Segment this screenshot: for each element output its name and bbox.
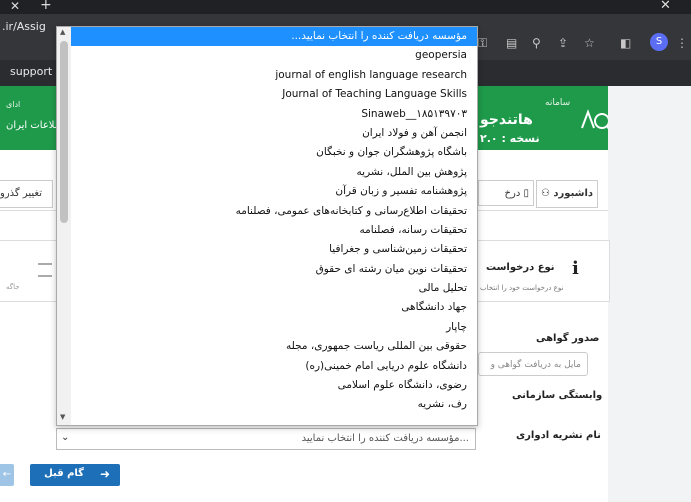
chevron-down-icon: ⌄	[61, 432, 70, 443]
bookmark-star-icon[interactable]: ☆	[584, 36, 595, 50]
dropdown-option[interactable]: رضوی، دانشگاه علوم اسلامی	[71, 376, 477, 395]
info-icon: i	[572, 258, 579, 279]
scroll-down-icon[interactable]: ▼	[60, 413, 65, 421]
scrollbar-thumb[interactable]	[60, 41, 68, 223]
nav-requests-label: درخ	[504, 188, 521, 199]
url-text[interactable]: .ir/Assig	[2, 20, 46, 33]
dropdown-option[interactable]: تحقیقات رسانه، فصلنامه	[71, 221, 477, 240]
secondary-card-text: جاگه	[6, 283, 20, 291]
new-tab-icon[interactable]: +	[40, 0, 52, 13]
bookmark-support[interactable]: support	[10, 65, 52, 78]
next-step-button[interactable]: ←	[0, 464, 14, 486]
affiliation-label: وابستگی سازمانی	[512, 390, 603, 401]
close-tab-icon[interactable]: ✕	[10, 0, 20, 13]
dropdown-option[interactable]: Sinaweb__۱۸۵۱۳۹۷۰۳	[71, 105, 477, 124]
certificate-select[interactable]: مایل به دریافت گواهی و	[478, 352, 588, 376]
dropdown-option[interactable]: تحقیقات زمین‌شناسی و جغرافیا	[71, 240, 477, 259]
dropdown-option[interactable]: رف، نشریه	[71, 395, 477, 414]
browser-tab-bar	[0, 0, 691, 14]
dropdown-option[interactable]: چاپار	[71, 318, 477, 337]
nav-change-password[interactable]: تغییر گذرو	[0, 180, 53, 208]
dropdown-option[interactable]: تحلیل مالی	[71, 279, 477, 298]
header-left-caption: ادای	[6, 100, 21, 109]
header-left-title: طلاعات ایران	[6, 120, 63, 131]
previous-step-label: گام قبل	[44, 468, 84, 479]
nav-dashboard[interactable]: ⚇ داشبورد	[536, 180, 598, 208]
institution-select-value: مؤسسه دریافت کننده را انتخاب نمایید...	[301, 433, 469, 444]
sidepanel-icon[interactable]: ◧	[620, 36, 631, 50]
list-icon	[38, 263, 52, 277]
request-type-desc: نوع درخواست خود را انتخاب	[480, 284, 564, 292]
dropdown-option[interactable]: جهاد دانشگاهی	[71, 298, 477, 317]
brand-name: هاتندجو	[480, 112, 533, 128]
translate-icon[interactable]: ▤	[506, 36, 517, 50]
request-type-title: نوع درخواست	[486, 262, 555, 273]
dropdown-option[interactable]: geopersia	[71, 46, 477, 65]
dropdown-option[interactable]: Journal of Teaching Language Skills	[71, 85, 477, 104]
dashboard-icon: ⚇	[540, 188, 550, 199]
dropdown-option[interactable]: تحقیقات نوین میان رشته ای حقوق	[71, 260, 477, 279]
zoom-icon[interactable]: ⚲	[532, 36, 541, 50]
dropdown-option[interactable]: پژوهش بین الملل، نشریه	[71, 163, 477, 182]
dropdown-option[interactable]: باشگاه پژوهشگران جوان و نخبگان	[71, 143, 477, 162]
institution-select[interactable]: ⌄ مؤسسه دریافت کننده را انتخاب نمایید...	[56, 428, 476, 450]
dropdown-option[interactable]: journal of english language research	[71, 66, 477, 85]
window-close-icon[interactable]: ✕	[660, 0, 671, 13]
dropdown-option[interactable]: انجمن آهن و فولاد ایران	[71, 124, 477, 143]
key-icon[interactable]: ⚿	[478, 36, 487, 51]
site-logo-icon	[581, 109, 612, 133]
dropdown-options: مؤسسه دریافت کننده را انتخاب نمایید... ge…	[71, 27, 477, 415]
scroll-up-icon[interactable]: ▲	[60, 28, 65, 36]
certificate-label: صدور گواهی	[536, 333, 600, 344]
menu-dots-icon[interactable]: ⋮	[676, 36, 688, 50]
dropdown-option[interactable]: دانشگاه علوم دریایی امام خمینی(ره)	[71, 357, 477, 376]
brand-caption: سامانه	[545, 98, 571, 108]
journal-label: نام نشریه ادواری	[516, 430, 601, 441]
nav-dashboard-label: داشبورد	[553, 188, 594, 199]
document-icon: ▯	[523, 188, 529, 199]
dropdown-scrollbar[interactable]: ▲ ▼	[57, 27, 71, 425]
dropdown-option[interactable]: پژوهشنامه تفسیر و زبان قرآن	[71, 182, 477, 201]
nav-requests[interactable]: درخ ▯	[478, 180, 534, 206]
institution-dropdown-list[interactable]: ▲ ▼ مؤسسه دریافت کننده را انتخاب نمایید.…	[56, 26, 478, 426]
right-side-strip	[608, 86, 691, 502]
arrow-right-icon: ➜	[99, 467, 110, 481]
dropdown-option[interactable]: تحقیقات اطلاع‌رسانی و کتابخانه‌های عمومی…	[71, 202, 477, 221]
brand-version: نسخه : ۲.۰	[480, 132, 540, 145]
dropdown-option[interactable]: مؤسسه دریافت کننده را انتخاب نمایید...	[71, 27, 477, 47]
share-icon[interactable]: ⇪	[558, 36, 568, 50]
profile-avatar-icon[interactable]: S	[650, 33, 668, 51]
previous-step-button[interactable]: گام قبل ➜	[30, 464, 120, 486]
dropdown-option[interactable]: حقوقی بین المللی ریاست جمهوری، مجله	[71, 337, 477, 356]
